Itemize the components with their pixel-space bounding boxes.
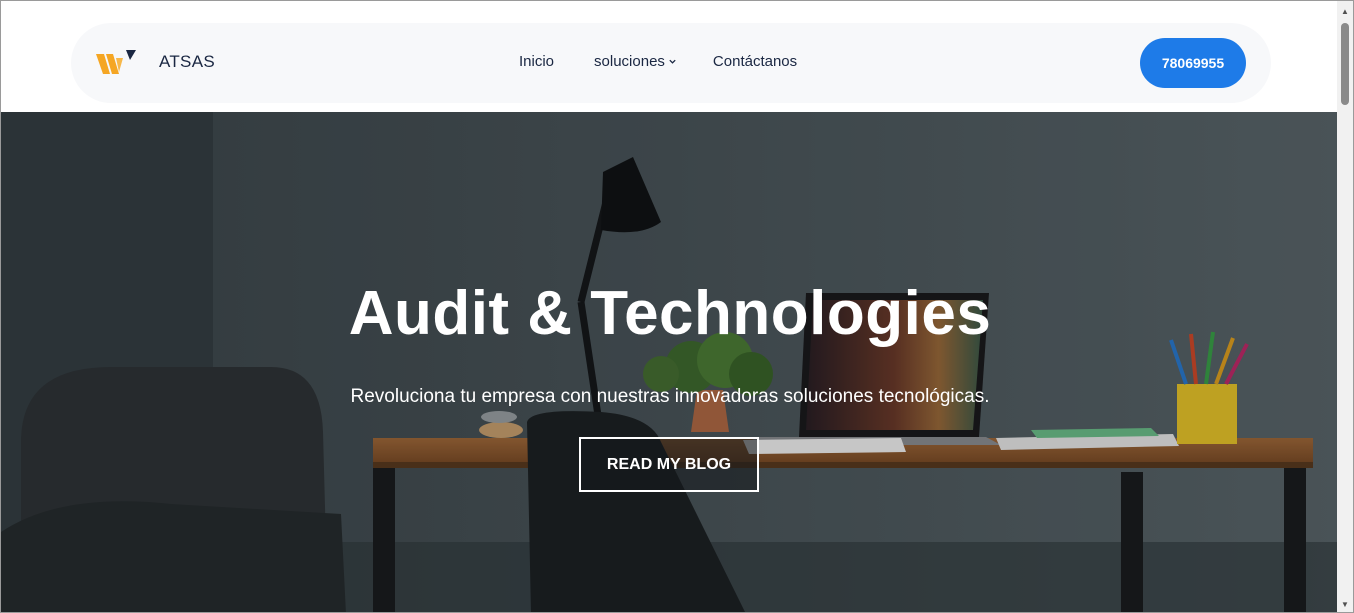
hero-title: Audit & Technologies — [348, 279, 992, 348]
scroll-down-arrow-icon[interactable]: ▼ — [1337, 596, 1353, 612]
hero-subtitle: Revoluciona tu empresa con nuestras inno… — [350, 386, 990, 407]
nav-soluciones-label: soluciones — [594, 53, 665, 70]
atsas-logo-icon[interactable] — [96, 48, 136, 76]
read-blog-button[interactable]: READ MY BLOG — [579, 437, 759, 492]
phone-button[interactable]: 78069955 — [1140, 38, 1246, 88]
nav-contactanos[interactable]: Contáctanos — [713, 53, 797, 70]
chevron-down-icon — [669, 59, 676, 64]
hero-section: Audit & Technologies Revoluciona tu empr… — [1, 112, 1339, 612]
main-nav: Inicio soluciones Contáctanos — [519, 53, 797, 70]
scroll-thumb[interactable] — [1341, 23, 1349, 105]
nav-inicio[interactable]: Inicio — [519, 53, 554, 70]
navbar: ATSAS Inicio soluciones Contáctanos 7806… — [71, 23, 1271, 103]
browser-window: ATSAS Inicio soluciones Contáctanos 7806… — [0, 0, 1354, 613]
site-header: ATSAS Inicio soluciones Contáctanos 7806… — [1, 1, 1339, 112]
brand-name[interactable]: ATSAS — [159, 52, 215, 72]
vertical-scrollbar[interactable]: ▲ ▼ — [1337, 1, 1353, 612]
scroll-up-arrow-icon[interactable]: ▲ — [1337, 3, 1353, 19]
hero-background-image — [1, 112, 1339, 612]
nav-soluciones[interactable]: soluciones — [594, 53, 677, 70]
